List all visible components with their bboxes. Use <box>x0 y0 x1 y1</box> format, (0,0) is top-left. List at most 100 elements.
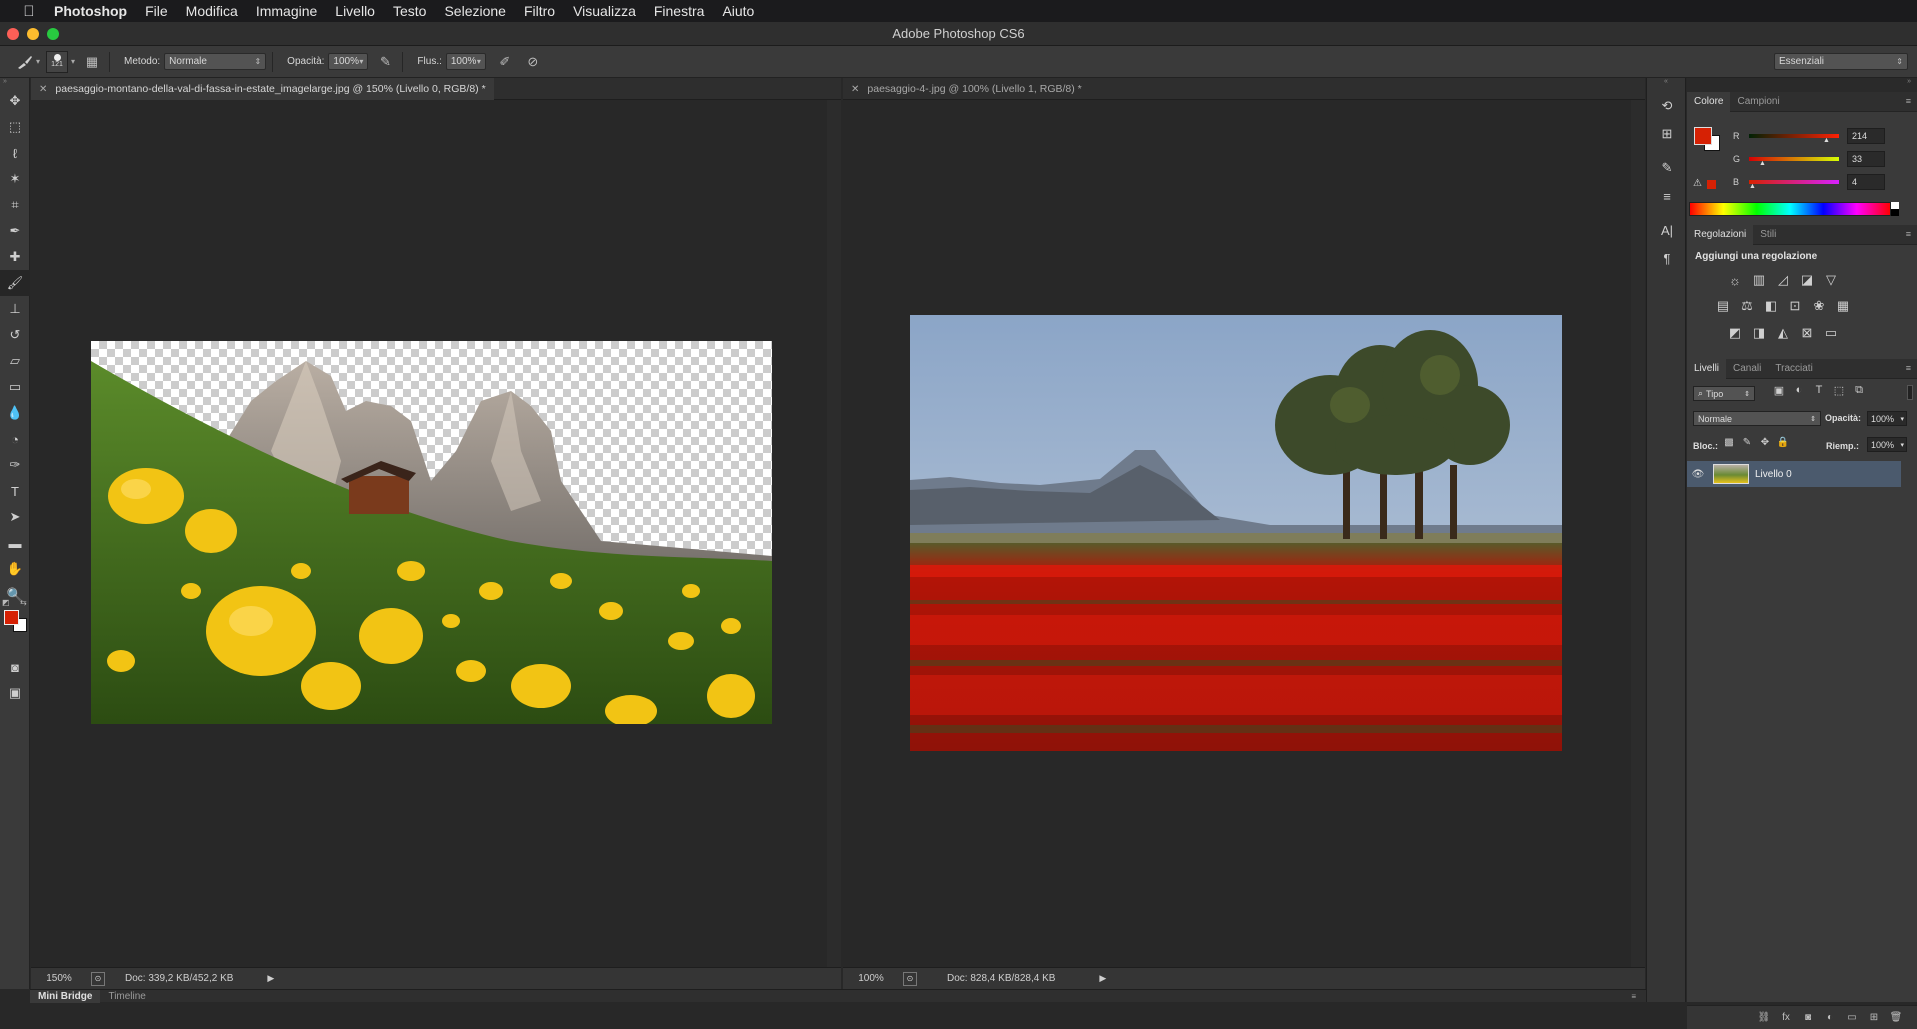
collapse-panels-icon[interactable]: » <box>1687 78 1917 92</box>
marquee-icon[interactable]: ⬚ <box>0 114 30 140</box>
brush-preset-icon[interactable] <box>14 52 36 72</box>
vertical-scrollbar[interactable] <box>1631 100 1645 967</box>
gamut-swatch[interactable] <box>1707 180 1716 189</box>
color-spectrum-bar[interactable] <box>1689 202 1891 216</box>
slider-thumb-icon[interactable]: ▲ <box>1759 160 1766 167</box>
gradient-map-icon[interactable]: ▭ <box>1819 322 1843 344</box>
new-group-icon[interactable]: ▭ <box>1841 1012 1863 1023</box>
brush-panel-icon[interactable]: ✎ <box>1647 154 1687 182</box>
link-layers-icon[interactable]: ⛓ <box>1753 1012 1775 1023</box>
brush-icon[interactable]: 🖌 <box>0 270 30 296</box>
zoom-level[interactable]: 150% <box>31 973 87 984</box>
layer-row[interactable]: 👁 Livello 0 <box>1687 461 1901 487</box>
green-slider[interactable]: ▲ <box>1749 157 1839 167</box>
menu-finestra[interactable]: Finestra <box>645 3 714 19</box>
default-colors-icon[interactable]: ◩ <box>2 598 10 607</box>
brush-presets-icon[interactable]: ≡ <box>1647 182 1687 210</box>
status-menu-arrow-icon[interactable]: ▶ <box>1099 973 1106 984</box>
menu-visualizza[interactable]: Visualizza <box>564 3 645 19</box>
menu-immagine[interactable]: Immagine <box>247 3 326 19</box>
exposure-icon[interactable]: ◪ <box>1795 269 1819 291</box>
fg-color-chip[interactable] <box>1694 127 1712 145</box>
layer-mask-icon[interactable]: ◙ <box>1797 1012 1819 1023</box>
eyedropper-icon[interactable]: ✒ <box>0 218 30 244</box>
layer-opacity-input[interactable]: 100% ▾ <box>1867 411 1907 426</box>
panel-menu-icon[interactable]: ≡ <box>1906 229 1911 239</box>
menu-file[interactable]: File <box>136 3 177 19</box>
brightness-icon[interactable]: ☼ <box>1723 269 1747 291</box>
close-tab-icon[interactable]: ✕ <box>851 84 859 95</box>
type-icon[interactable]: T <box>0 478 30 504</box>
pressure-size-icon[interactable]: ⊘ <box>522 52 544 72</box>
vibrance-icon[interactable]: ▽ <box>1819 269 1843 291</box>
slider-thumb-icon[interactable]: ▲ <box>1749 183 1756 190</box>
posterize-icon[interactable]: ◨ <box>1747 322 1771 344</box>
brush-size-picker[interactable]: 121 <box>46 50 69 73</box>
flow-input[interactable]: 100% ▾ <box>445 53 486 70</box>
blur-icon[interactable]: 💧 <box>0 400 30 426</box>
mode-select[interactable]: Normale ⇕ <box>164 53 267 70</box>
opacity-arrow-icon[interactable]: ▾ <box>359 57 363 66</box>
quick-mask-icon[interactable]: ◙ <box>0 654 30 680</box>
menu-livello[interactable]: Livello <box>326 3 384 19</box>
green-value-input[interactable]: 33 <box>1847 151 1885 167</box>
tab-mini-bridge[interactable]: Mini Bridge <box>30 989 101 1003</box>
apple-icon[interactable]:  <box>18 0 40 22</box>
blend-mode-select[interactable]: Normale ⇕ <box>1693 411 1821 426</box>
panel-menu-icon[interactable]: ≡ <box>1906 363 1911 373</box>
rectangle-icon[interactable]: ▬ <box>0 530 30 556</box>
menu-selezione[interactable]: Selezione <box>435 3 515 19</box>
red-value-input[interactable]: 214 <box>1847 128 1885 144</box>
tab-timeline[interactable]: Timeline <box>100 991 153 1002</box>
menu-aiuto[interactable]: Aiuto <box>713 3 763 19</box>
new-adjustment-icon[interactable]: ◐ <box>1819 1012 1841 1023</box>
dropdown-arrow-icon[interactable]: ▾ <box>1900 415 1906 423</box>
dodge-icon[interactable]: ◔ <box>0 426 30 452</box>
flow-arrow-icon[interactable]: ▾ <box>477 57 481 66</box>
magic-wand-icon[interactable]: ✶ <box>0 166 30 192</box>
delete-layer-icon[interactable]: 🗑 <box>1885 1012 1907 1023</box>
airbrush-icon[interactable]: ✐ <box>494 52 516 72</box>
path-selection-icon[interactable]: ➤ <box>0 504 30 530</box>
menu-app-name[interactable]: Photoshop <box>40 3 136 19</box>
color-lookup-icon[interactable]: ▦ <box>1831 295 1855 317</box>
hand-icon[interactable]: ✋ <box>0 556 30 582</box>
tab-regolazioni[interactable]: Regolazioni <box>1687 224 1754 245</box>
levels-icon[interactable]: ▥ <box>1747 269 1771 291</box>
status-menu-arrow-icon[interactable]: ▶ <box>267 973 274 984</box>
fill-input[interactable]: 100% ▾ <box>1867 437 1907 452</box>
tab-canali[interactable]: Canali <box>1726 359 1768 379</box>
menu-testo[interactable]: Testo <box>384 3 435 19</box>
share-icon[interactable]: ⊙ <box>91 971 105 986</box>
tab-tracciati[interactable]: Tracciati <box>1768 359 1819 379</box>
move-icon[interactable]: ✥ <box>0 88 30 114</box>
pen-icon[interactable]: ✑ <box>0 452 30 478</box>
lock-all-icon[interactable]: 🔒 <box>1774 437 1792 448</box>
history-panel-icon[interactable]: ⟲ <box>1647 92 1687 120</box>
black-white-icon[interactable]: ◧ <box>1759 295 1783 317</box>
new-layer-icon[interactable]: ⊞ <box>1863 1012 1885 1023</box>
menu-filtro[interactable]: Filtro <box>515 3 564 19</box>
collapse-toolbar-icon[interactable]: » <box>0 78 29 88</box>
spectrum-white[interactable] <box>1891 202 1899 209</box>
character-panel-icon[interactable]: A| <box>1647 216 1687 244</box>
tab-stili[interactable]: Stili <box>1753 225 1783 245</box>
curves-icon[interactable]: ◿ <box>1771 269 1795 291</box>
color-balance-icon[interactable]: ⚖ <box>1735 295 1759 317</box>
screen-mode-icon[interactable]: ▣ <box>0 680 30 706</box>
document-tab-active[interactable]: ✕ paesaggio-montano-della-val-di-fassa-i… <box>31 78 494 100</box>
channel-mixer-icon[interactable]: ❀ <box>1807 295 1831 317</box>
brush-preset-dropdown-icon[interactable]: ▾ <box>36 57 40 66</box>
selective-color-icon[interactable]: ⊠ <box>1795 322 1819 344</box>
menu-modifica[interactable]: Modifica <box>177 3 247 19</box>
swap-colors-icon[interactable]: ⇆ <box>20 598 27 607</box>
document-tab-inactive[interactable]: ✕ paesaggio-4-.jpg @ 100% (Livello 1, RG… <box>843 78 1090 100</box>
brush-panel-toggle-icon[interactable]: ▦ <box>81 52 103 72</box>
foreground-color-swatch[interactable] <box>4 610 19 625</box>
lock-position-icon[interactable]: ✥ <box>1756 437 1774 448</box>
shape-filter-icon[interactable]: ⬚ <box>1829 384 1849 397</box>
smart-object-filter-icon[interactable]: ⧉ <box>1849 384 1869 397</box>
gradient-icon[interactable]: ▭ <box>0 374 30 400</box>
dropdown-arrow-icon[interactable]: ▾ <box>1900 441 1906 449</box>
tab-livelli[interactable]: Livelli <box>1687 358 1727 379</box>
